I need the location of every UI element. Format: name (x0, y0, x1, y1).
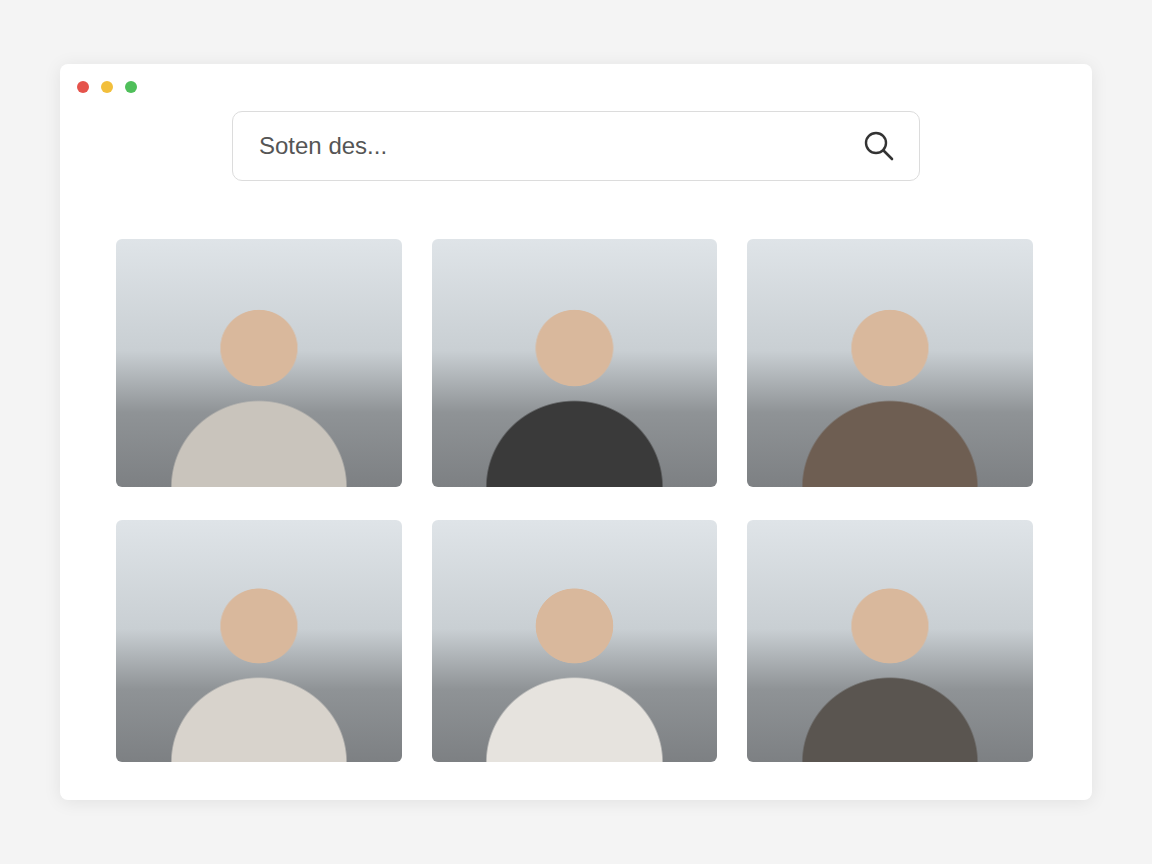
result-photo[interactable] (432, 520, 718, 762)
title-bar (60, 64, 1092, 93)
result-photo[interactable] (747, 520, 1033, 762)
search-bar (232, 111, 920, 181)
search-input[interactable] (257, 131, 863, 161)
person-figure (486, 573, 663, 762)
close-dot-icon[interactable] (77, 81, 89, 93)
person-figure (170, 573, 347, 762)
minimize-dot-icon[interactable] (101, 81, 113, 93)
results-grid (60, 239, 1092, 762)
result-photo[interactable] (747, 239, 1033, 487)
result-photo[interactable] (116, 520, 402, 762)
search-icon[interactable] (863, 130, 895, 162)
person-figure (486, 294, 663, 487)
person-figure (170, 294, 347, 487)
browser-window (60, 64, 1092, 800)
person-figure (802, 573, 979, 762)
result-photo[interactable] (116, 239, 402, 487)
person-figure (802, 294, 979, 487)
maximize-dot-icon[interactable] (125, 81, 137, 93)
result-photo[interactable] (432, 239, 718, 487)
